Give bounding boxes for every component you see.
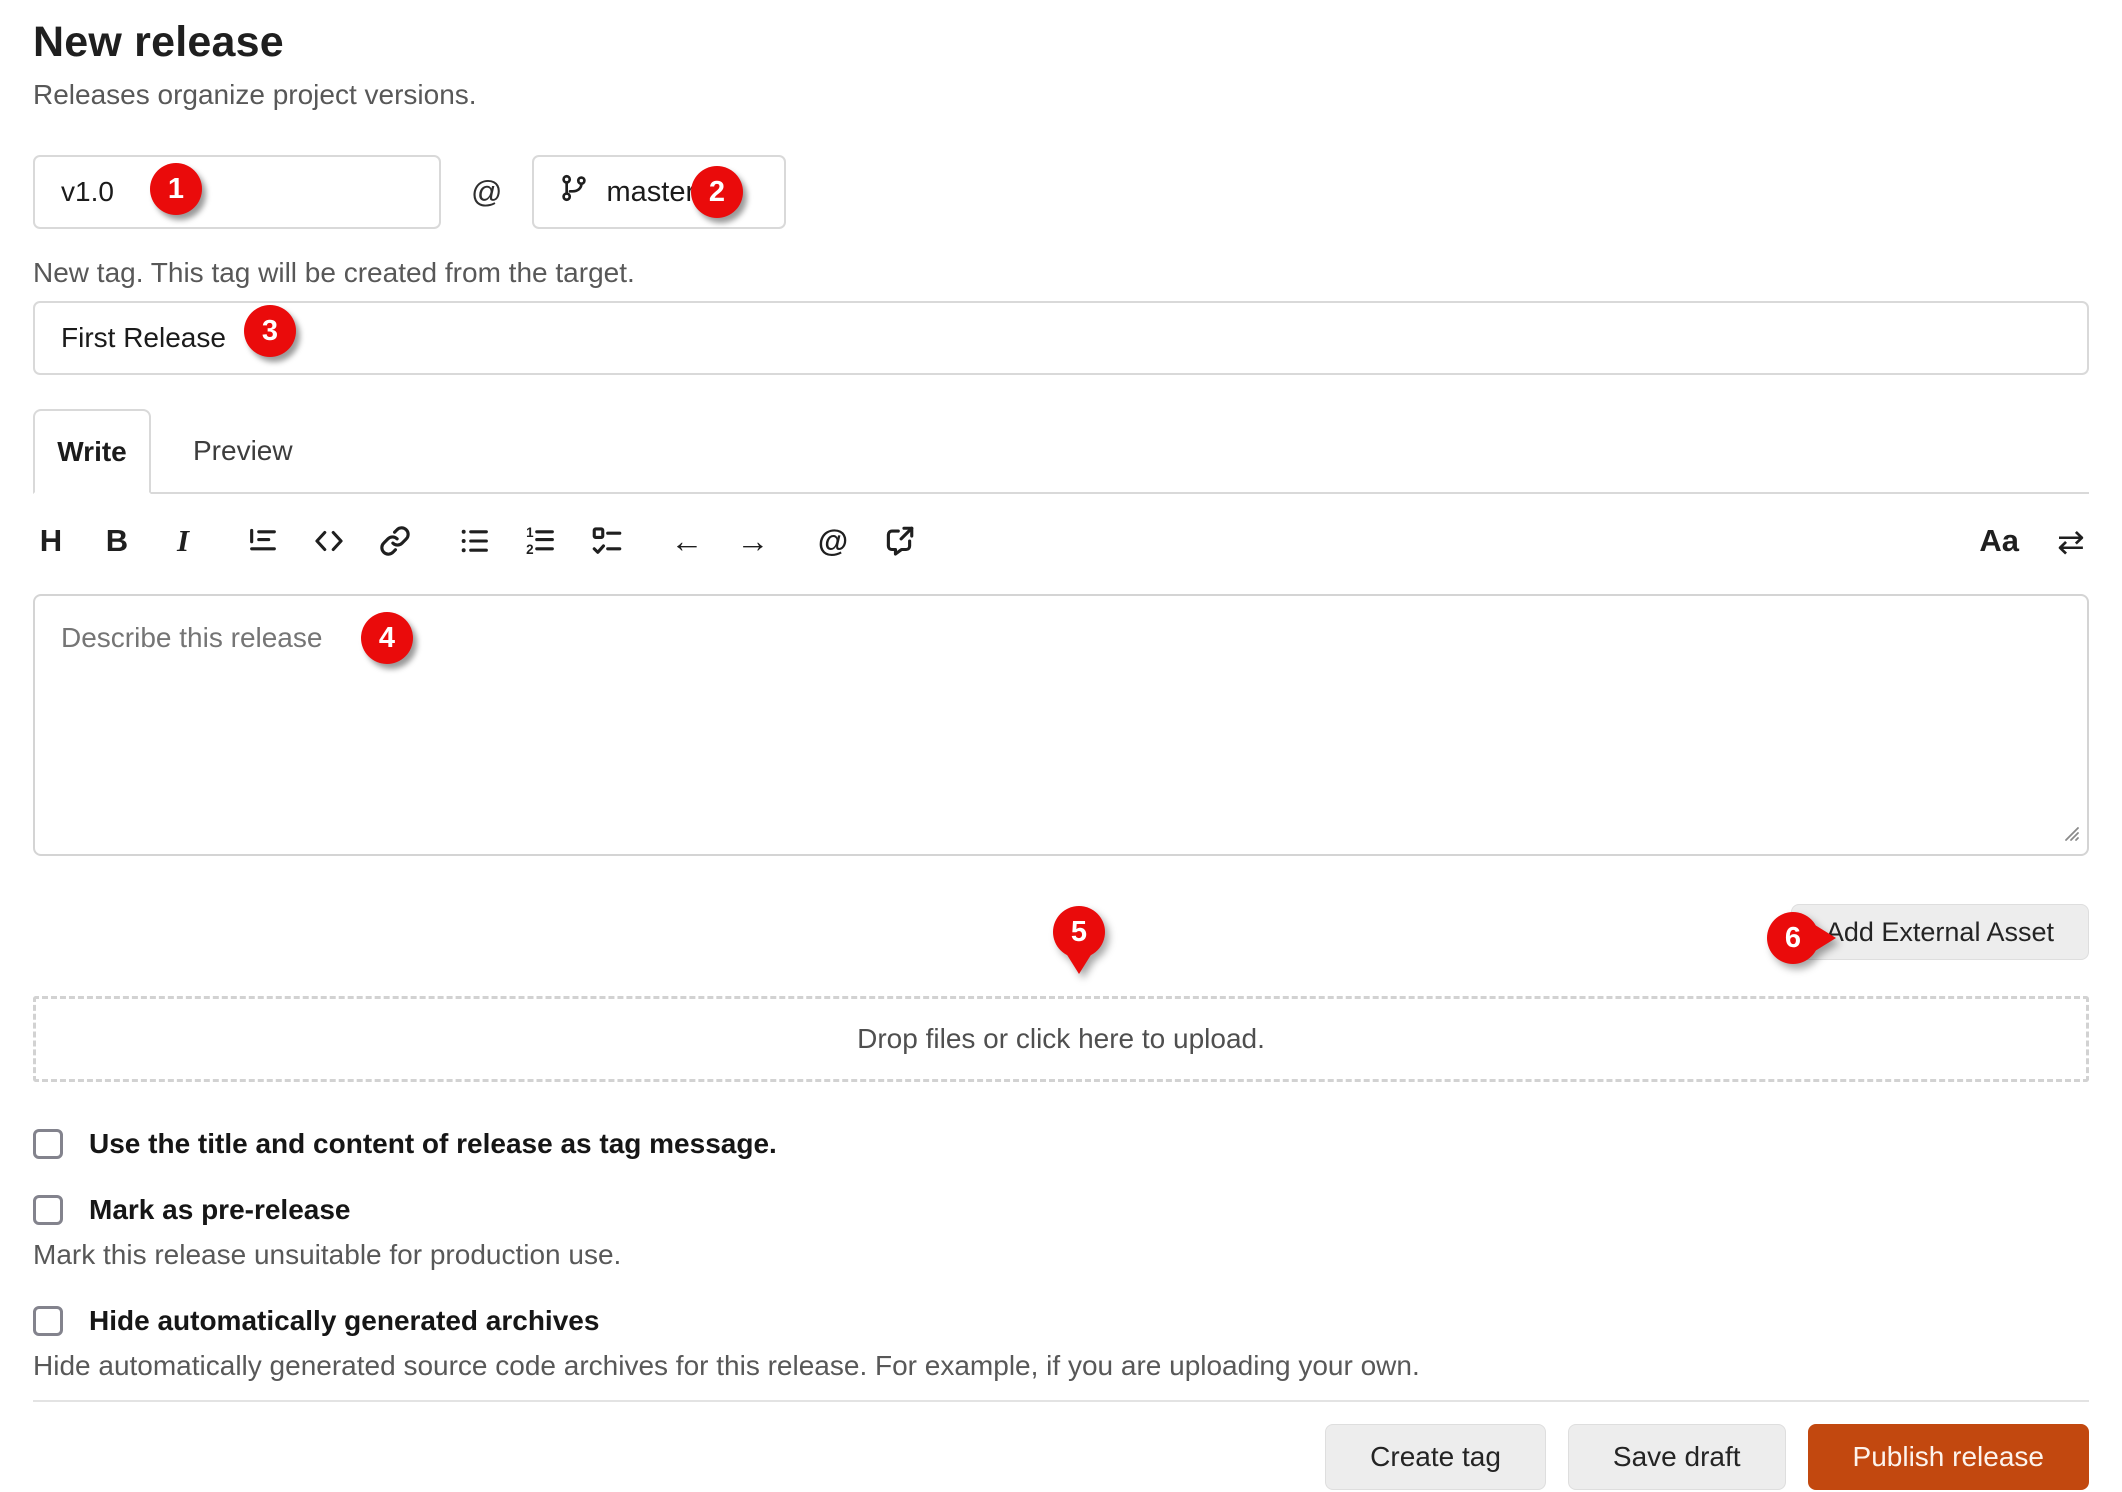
toolbar-group-lists: 1 2 (457, 521, 625, 561)
toolbar-group-blocks (245, 521, 413, 561)
option-hide-archives: Hide automatically generated archives Hi… (33, 1305, 2089, 1382)
annotation-marker-3: 3 (244, 305, 296, 357)
page-subtitle: Releases organize project versions. (33, 79, 2089, 111)
prerelease-description: Mark this release unsuitable for product… (33, 1239, 2089, 1271)
publish-release-button[interactable]: Publish release (1808, 1424, 2089, 1490)
release-description-textarea[interactable] (33, 594, 2089, 856)
heading-icon[interactable]: H (33, 521, 69, 561)
annotation-marker-2: 2 (691, 166, 743, 218)
undo-icon[interactable]: ← (669, 521, 705, 561)
save-draft-button[interactable]: Save draft (1568, 1424, 1786, 1490)
toolbar-group-refs: @ (815, 521, 917, 561)
resize-grip-icon[interactable] (2057, 819, 2081, 848)
annotation-marker-4: 4 (361, 612, 413, 664)
target-branch-dropdown[interactable]: master (532, 155, 786, 229)
cross-reference-icon[interactable] (881, 521, 917, 561)
svg-text:1: 1 (526, 525, 534, 540)
release-title-input[interactable] (33, 301, 2089, 375)
quote-icon[interactable] (245, 521, 281, 561)
hide-archives-description: Hide automatically generated source code… (33, 1350, 2089, 1382)
hide-archives-checkbox[interactable] (33, 1306, 63, 1336)
unordered-list-icon[interactable] (457, 521, 493, 561)
tab-write[interactable]: Write (33, 409, 151, 494)
editor-area (33, 594, 2089, 856)
tag-help-text: New tag. This tag will be created from t… (33, 257, 2089, 289)
create-tag-button[interactable]: Create tag (1325, 1424, 1546, 1490)
release-options: Use the title and content of release as … (33, 1128, 2089, 1382)
hide-archives-label[interactable]: Hide automatically generated archives (89, 1305, 599, 1337)
footer-divider (33, 1400, 2089, 1402)
page-title: New release (33, 18, 2089, 67)
editor-tabbar: Write Preview (33, 409, 2089, 494)
monospace-toggle-icon[interactable]: Aa (1979, 521, 2019, 561)
branch-button-label: master (606, 176, 695, 209)
new-release-page: New release Releases organize project ve… (0, 0, 2122, 1492)
link-icon[interactable] (377, 521, 413, 561)
prerelease-checkbox[interactable] (33, 1195, 63, 1225)
footer-actions: Create tag Save draft Publish release (33, 1424, 2089, 1490)
markdown-toolbar: H B I (33, 512, 2089, 570)
toolbar-right-group: Aa ⇄ (1979, 521, 2089, 561)
toolbar-group-history: ← → (669, 521, 771, 561)
git-branch-icon (558, 172, 590, 212)
code-icon[interactable] (311, 521, 347, 561)
task-list-icon[interactable] (589, 521, 625, 561)
tab-preview[interactable]: Preview (151, 409, 335, 492)
mention-icon[interactable]: @ (815, 521, 851, 561)
redo-icon[interactable]: → (735, 521, 771, 561)
at-separator: @ (471, 174, 502, 210)
italic-icon[interactable]: I (165, 521, 201, 561)
tag-target-row: @ master (33, 155, 2089, 229)
annotation-marker-6: 6 (1767, 912, 1819, 964)
tag-name-input[interactable] (33, 155, 441, 229)
option-tag-message: Use the title and content of release as … (33, 1128, 2089, 1160)
ordered-list-icon[interactable]: 1 2 (523, 521, 559, 561)
option-prerelease: Mark as pre-release Mark this release un… (33, 1194, 2089, 1271)
annotation-marker-5: 5 (1053, 906, 1105, 958)
annotation-marker-1: 1 (150, 163, 202, 215)
tag-message-checkbox[interactable] (33, 1129, 63, 1159)
bold-icon[interactable]: B (99, 521, 135, 561)
svg-text:2: 2 (526, 542, 533, 557)
dropzone-text: Drop files or click here to upload. (857, 1023, 1265, 1055)
switch-editor-icon[interactable]: ⇄ (2053, 521, 2089, 561)
file-dropzone[interactable]: Drop files or click here to upload. (33, 996, 2089, 1082)
prerelease-label[interactable]: Mark as pre-release (89, 1194, 351, 1226)
toolbar-group-text: H B I (33, 521, 201, 561)
tag-message-label[interactable]: Use the title and content of release as … (89, 1128, 777, 1160)
